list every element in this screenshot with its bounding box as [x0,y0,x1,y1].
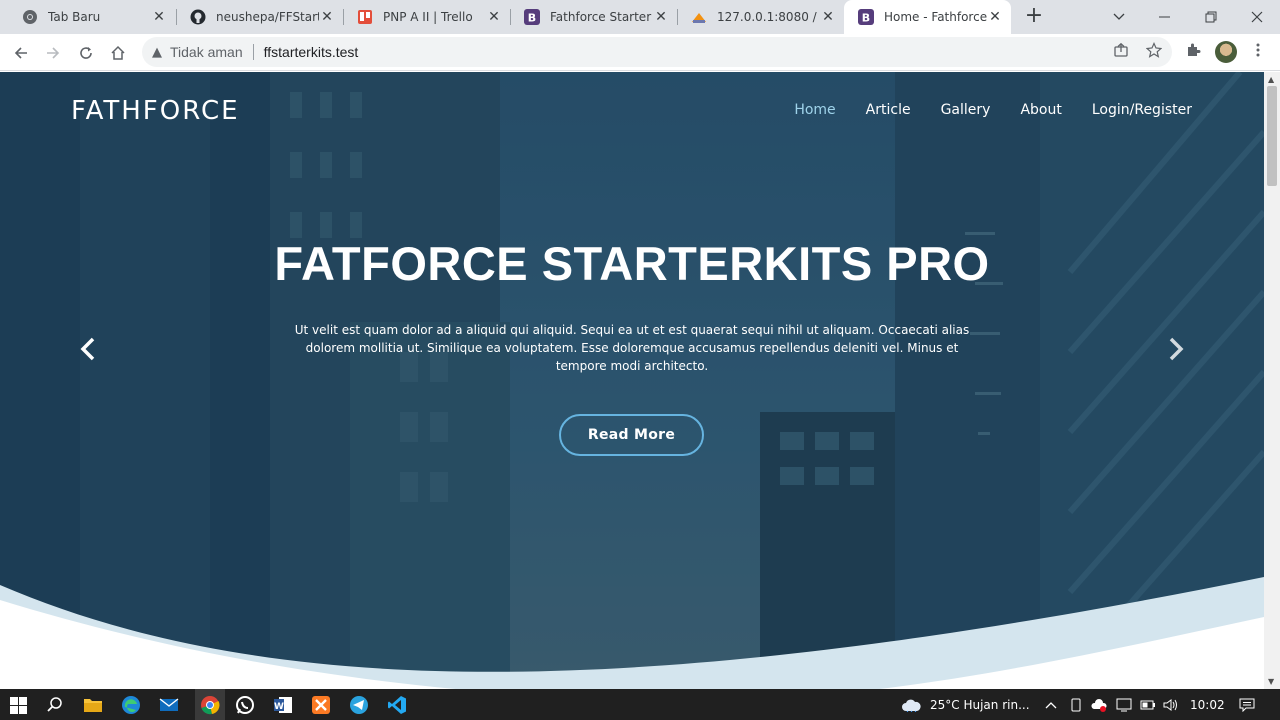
forward-button[interactable] [41,41,65,65]
close-window-button[interactable] [1234,0,1280,34]
phpmyadmin-icon [691,9,707,25]
profile-avatar[interactable] [1215,41,1237,63]
extensions-icon[interactable] [1183,40,1203,60]
trello-icon [357,9,373,25]
tab-title: Home - Fathforce S [884,10,987,24]
chevron-up-icon[interactable] [1043,697,1059,713]
home-icon [111,45,125,60]
cloud-error-icon[interactable] [1091,697,1107,713]
minimize-button[interactable] [1142,0,1188,34]
tab-title: PNP A II | Trello [383,10,473,24]
read-more-button[interactable]: Read More [559,414,704,456]
scroll-up-icon[interactable]: ▲ [1268,75,1274,84]
scroll-down-icon[interactable]: ▼ [1268,677,1274,686]
xampp-icon[interactable] [309,693,333,717]
carousel-prev-button[interactable] [74,334,104,364]
browser-toolbar: ▲ Tidak aman ffstarterkits.test [0,34,1280,71]
notification-icon[interactable] [1238,697,1256,713]
tab-github[interactable]: neushepa/FFStarter ✕ [176,0,343,34]
menu-icon[interactable] [1248,40,1268,60]
battery-icon[interactable] [1140,697,1156,713]
close-icon [1251,11,1263,23]
vscode-icon[interactable] [385,693,409,717]
search-icon[interactable] [43,693,67,717]
tab-phpmyadmin[interactable]: 127.0.0.1:8080 / 12 ✕ [677,0,844,34]
clock-time[interactable]: 10:02 [1190,698,1225,712]
word-icon[interactable]: W [271,693,295,717]
share-icon[interactable] [1111,40,1131,60]
site-nav: Home Article Gallery About Login/Registe… [794,102,1192,118]
page-scrollbar[interactable]: ▲ ▼ [1264,72,1280,689]
volume-icon[interactable] [1163,697,1179,713]
chrome-icon [22,9,38,25]
nav-item-gallery[interactable]: Gallery [941,102,991,118]
hero-title: FATFORCE STARTERKITS PRO [274,237,990,290]
bootstrap-icon: B [524,9,540,25]
close-icon[interactable]: ✕ [319,9,335,25]
chevron-down-icon [1113,13,1125,20]
close-icon[interactable]: ✕ [151,9,167,25]
tab-tab-baru[interactable]: Tab Baru ✕ [8,0,175,34]
close-icon[interactable]: ✕ [486,9,502,25]
security-label[interactable]: Tidak aman [170,44,243,60]
edge-icon[interactable] [119,693,143,717]
file-explorer-icon[interactable] [81,693,105,717]
back-button[interactable] [9,41,33,65]
scroll-thumb[interactable] [1267,86,1277,186]
divider [252,44,254,60]
url-text[interactable]: ffstarterkits.test [264,44,359,60]
tab-title: neushepa/FFStarter [216,10,319,24]
nav-item-about[interactable]: About [1020,102,1061,118]
windows-taskbar: W 25°C Hujan rin... 10:02 [0,689,1280,720]
page-viewport: FATHFORCE Home Article Gallery About Log… [0,72,1264,689]
tab-title: Fathforce Starter Ki [550,10,653,24]
site-brand-logo[interactable]: FATHFORCE [71,96,240,126]
windows-start-icon[interactable] [6,693,30,717]
tab-search-button[interactable] [1096,0,1142,34]
chrome-taskbar-icon[interactable] [195,689,225,720]
new-tab-button[interactable]: + [1022,5,1046,29]
mail-icon[interactable] [157,693,181,717]
bootstrap-icon: B [858,9,874,25]
weather-cloud-icon[interactable] [900,697,922,713]
chevron-left-icon [80,337,95,361]
github-icon [190,9,206,25]
chevron-right-icon [1169,337,1184,361]
tab-fathforce-starter[interactable]: B Fathforce Starter Ki ✕ [510,0,677,34]
address-bar[interactable]: ▲ Tidak aman ffstarterkits.test [142,37,1172,67]
device-icon[interactable] [1068,697,1084,713]
carousel-next-button[interactable] [1160,334,1190,364]
hero-wave-divider [0,577,1264,689]
nav-item-home[interactable]: Home [794,102,835,118]
hero-section: FATHFORCE Home Article Gallery About Log… [0,72,1264,689]
weather-text[interactable]: 25°C Hujan rin... [930,698,1030,712]
tab-home-fathforce[interactable]: B Home - Fathforce S ✕ [844,0,1011,34]
svg-text:B: B [528,12,536,25]
warning-icon: ▲ [152,44,162,60]
home-button[interactable] [106,41,130,65]
tab-trello[interactable]: PNP A II | Trello ✕ [343,0,510,34]
close-icon[interactable]: ✕ [653,9,669,25]
arrow-right-icon [47,47,60,59]
nav-item-article[interactable]: Article [866,102,911,118]
hero-description: Ut velit est quam dolor ad a aliquid qui… [294,323,970,373]
telegram-icon[interactable] [347,693,371,717]
tab-title: Tab Baru [48,10,101,24]
reload-button[interactable] [74,41,98,65]
minimize-icon [1159,16,1170,18]
display-icon[interactable] [1116,697,1132,713]
nav-item-login-register[interactable]: Login/Register [1092,102,1192,118]
browser-tab-strip: Tab Baru ✕ neushepa/FFStarter ✕ PNP A II… [0,0,1280,34]
arrow-left-icon [14,47,27,59]
close-icon[interactable]: ✕ [820,9,836,25]
whatsapp-icon[interactable] [233,693,257,717]
reload-icon [80,47,92,59]
tab-title: 127.0.0.1:8080 / 12 [717,10,820,24]
close-icon[interactable]: ✕ [987,9,1003,25]
svg-text:W: W [274,702,284,712]
svg-text:B: B [862,12,870,25]
restore-icon [1205,11,1217,23]
star-icon[interactable] [1144,40,1164,60]
restore-button[interactable] [1188,0,1234,34]
